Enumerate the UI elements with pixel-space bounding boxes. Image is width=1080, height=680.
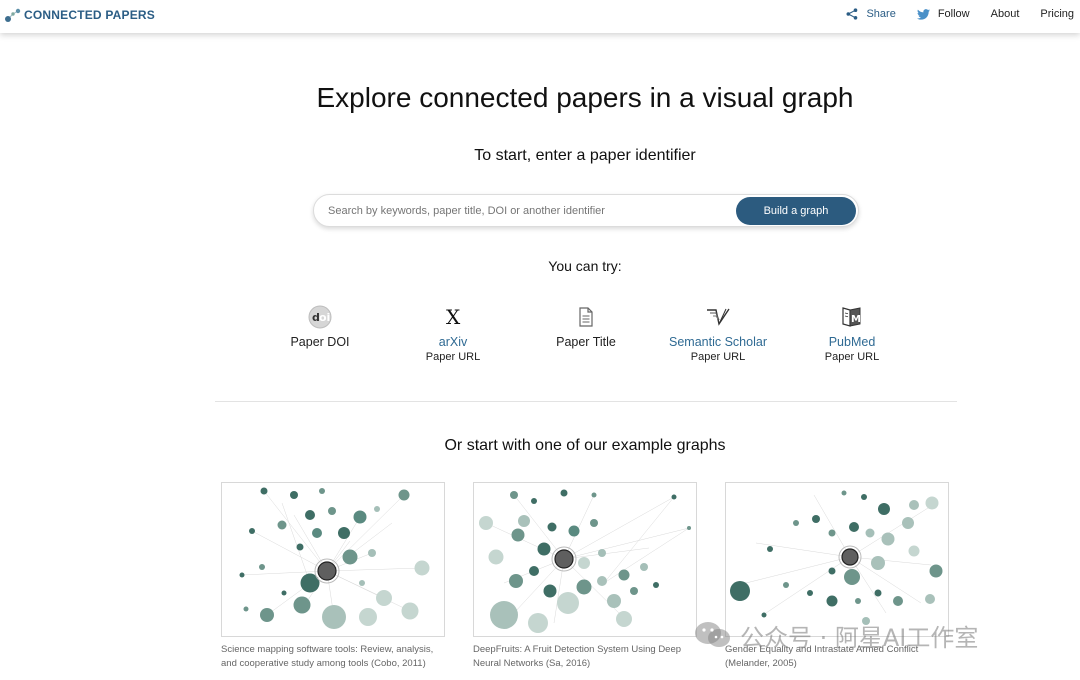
try-item-arxiv[interactable]: X arXiv Paper URL	[383, 304, 523, 363]
graph-visualization	[479, 489, 691, 633]
document-icon	[579, 307, 593, 327]
arxiv-icon: X	[446, 307, 461, 327]
try-item-sub: Paper URL	[690, 351, 746, 363]
share-icon	[846, 8, 858, 20]
svg-text:X: X	[446, 307, 461, 327]
top-navigation-bar: CONNECTED PAPERS Share Follow About Pric…	[0, 0, 1080, 33]
try-item-title: Paper DOI	[290, 335, 350, 349]
svg-text:M: M	[851, 314, 861, 325]
page-title: Explore connected papers in a visual gra…	[316, 82, 854, 113]
graph-caption: Science mapping software tools: Review, …	[221, 643, 447, 671]
try-item-paper-doi[interactable]: d oi Paper DOI	[250, 304, 390, 349]
search-input[interactable]	[328, 201, 728, 221]
graph-caption-line: (Melander, 2005)	[725, 658, 797, 669]
follow-button[interactable]: Follow	[916, 8, 970, 20]
doi-icon: d oi	[308, 305, 332, 329]
connected-papers-logo-icon	[4, 6, 22, 24]
share-label: Share	[866, 8, 896, 20]
try-item-paper-title[interactable]: Paper Title	[516, 304, 656, 349]
build-graph-button[interactable]: Build a graph	[736, 197, 856, 225]
about-label: About	[990, 8, 1020, 20]
graph-thumbnail[interactable]	[473, 482, 697, 637]
watermark-text: 公众号 · 阿星AI工作室	[740, 623, 979, 652]
pricing-label: Pricing	[1040, 8, 1074, 20]
try-item-title: PubMed	[828, 335, 876, 349]
graph-caption-line: DeepFruits: A Fruit Detection System Usi…	[473, 644, 682, 655]
graph-caption-line: Science mapping software tools: Review, …	[221, 644, 434, 655]
logo[interactable]: CONNECTED PAPERS	[4, 6, 155, 24]
graph-caption-line: and cooperative study among tools (Cobo,…	[221, 658, 426, 669]
brand-name: CONNECTED PAPERS	[24, 8, 155, 22]
wechat-icon	[694, 620, 732, 650]
try-item-sub: Paper URL	[425, 351, 481, 363]
try-item-sub: Paper URL	[824, 351, 880, 363]
svg-text:oi: oi	[319, 311, 330, 324]
semantic-scholar-icon	[707, 308, 730, 326]
search-bar: Build a graph	[313, 194, 859, 227]
example-graph-card[interactable]: Science mapping software tools: Review, …	[221, 482, 447, 671]
pricing-link[interactable]: Pricing	[1040, 8, 1074, 20]
page-subtitle: To start, enter a paper identifier	[474, 147, 696, 164]
try-label: You can try:	[548, 258, 622, 274]
graph-visualization	[730, 490, 943, 625]
try-item-title: Semantic Scholar	[669, 335, 767, 349]
try-item-title: arXiv	[438, 335, 468, 349]
try-item-pubmed[interactable]: M PubMed Paper URL	[782, 304, 922, 363]
graph-thumbnail[interactable]	[221, 482, 445, 637]
nav-menu: Share Follow About Pricing	[825, 0, 1074, 28]
about-link[interactable]: About	[991, 8, 1020, 20]
twitter-bird-icon	[916, 8, 930, 20]
graph-caption-line: Neural Networks (Sa, 2016)	[473, 658, 591, 669]
graph-caption: DeepFruits: A Fruit Detection System Usi…	[473, 643, 699, 671]
section-divider	[215, 401, 957, 402]
pubmed-icon: M	[842, 307, 861, 327]
follow-label: Follow	[937, 8, 970, 20]
share-button[interactable]: Share	[846, 8, 896, 20]
examples-heading: Or start with one of our example graphs	[444, 437, 726, 454]
try-item-semantic-scholar[interactable]: Semantic Scholar Paper URL	[648, 304, 788, 363]
try-item-title: Paper Title	[556, 335, 616, 349]
graph-visualization	[239, 487, 430, 629]
graph-thumbnail[interactable]	[725, 482, 949, 637]
watermark: 公众号 · 阿星AI工作室	[694, 618, 978, 652]
example-graph-card[interactable]: DeepFruits: A Fruit Detection System Usi…	[473, 482, 699, 671]
